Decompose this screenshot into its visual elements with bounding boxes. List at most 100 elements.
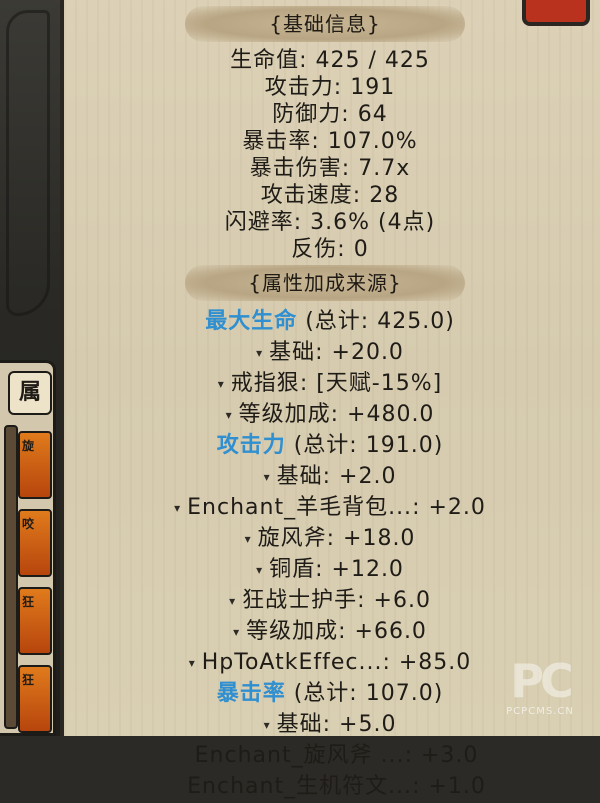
- bonus-group-header: 攻击力 (总计: 191.0): [60, 430, 600, 461]
- stat-label: 防御力: [272, 102, 342, 127]
- bonus-item-row: ▾ Enchant_生机符文...: +1.0: [174, 774, 486, 799]
- bonus-item-label: 基础: [276, 712, 323, 737]
- decorative-vine: [6, 10, 50, 316]
- stat-label: 攻击速度: [260, 183, 353, 208]
- watermark-logo: PC: [510, 654, 573, 708]
- bonus-group-total: (总计: 107.0): [293, 681, 444, 706]
- stat-separator: :: [311, 129, 328, 154]
- stat-label: 生命值: [230, 48, 300, 73]
- triangle-bullet-icon: ▾: [229, 593, 237, 608]
- bonus-item-label: HpToAtkEffec...: [201, 650, 383, 675]
- stat-separator: :: [352, 183, 370, 208]
- bonus-item-label: 狂战士护手: [242, 588, 358, 613]
- bonus-group-name: 攻击力: [216, 433, 286, 458]
- bonus-item-value: +20.0: [331, 340, 404, 365]
- stat-separator: :: [333, 75, 351, 100]
- stat-separator: :: [341, 102, 358, 127]
- bonus-item-row: ▾ 戒指狠: [天赋-15%]: [217, 371, 443, 396]
- stat-value: 107.0%: [327, 129, 418, 154]
- bonus-item-row: ▾ 基础: +20.0: [256, 340, 404, 365]
- stat-value: 0: [353, 237, 369, 262]
- bonus-group-total: (总计: 425.0): [305, 309, 455, 334]
- stat-value: 7.7x: [358, 156, 411, 181]
- triangle-bullet-icon: ▾: [174, 500, 182, 515]
- bonus-item-label: 等级加成: [238, 402, 331, 427]
- side-tab-attributes[interactable]: 属: [8, 371, 52, 415]
- stat-separator: :: [337, 237, 354, 262]
- stat-value: 425 / 425: [315, 48, 430, 73]
- bonus-group-total: (总计: 191.0): [293, 433, 444, 458]
- bonus-item-value: +1.0: [428, 774, 486, 799]
- triangle-bullet-icon: ▾: [174, 779, 182, 794]
- stat-row: 暴击伤害: 7.7x: [60, 155, 600, 182]
- bonus-group-name: 暴击率: [216, 681, 286, 706]
- stat-value: 28: [369, 183, 400, 208]
- stat-value: 3.6% (4点): [310, 210, 436, 235]
- stat-label: 反伤: [291, 237, 338, 262]
- stat-row: 攻击力: 191: [60, 74, 600, 101]
- stat-row: 暴击率: 107.0%: [60, 128, 600, 155]
- stat-separator: :: [341, 156, 359, 181]
- bonus-item-row: ▾ 等级加成: +66.0: [233, 619, 427, 644]
- side-scrollbar[interactable]: [4, 425, 18, 729]
- stat-label: 暴击伤害: [249, 156, 342, 181]
- stat-row: 反伤: 0: [60, 236, 600, 263]
- bonus-item-value: +12.0: [331, 557, 404, 582]
- side-inventory-panel: 属 旋 咬 狂 狂: [0, 360, 56, 736]
- bonus-group-header: 最大生命 (总计: 425.0): [60, 306, 600, 337]
- bonus-item-row: ▾ 铜盾: +12.0: [256, 557, 404, 582]
- bonus-item-label: Enchant_羊毛背包...: [187, 495, 413, 520]
- bonus-item-value: +66.0: [354, 619, 427, 644]
- bonus-item-row: ▾ 等级加成: +480.0: [225, 402, 435, 427]
- triangle-bullet-icon: ▾: [256, 345, 264, 360]
- bonus-item-value: +85.0: [398, 650, 472, 675]
- bonus-item-value: +2.0: [428, 495, 486, 520]
- side-item-slot[interactable]: 旋: [18, 431, 52, 499]
- bonus-item-label: 基础: [276, 464, 323, 489]
- bonus-item-label: Enchant_旋风斧 ...: [194, 743, 405, 768]
- bonus-item-label: Enchant_生机符文...: [187, 774, 413, 799]
- bonus-item-row: ▾ Enchant_旋风斧 ...: +3.0: [181, 743, 479, 768]
- bonus-item-value: +3.0: [420, 743, 479, 768]
- triangle-bullet-icon: ▾: [233, 624, 241, 639]
- stat-row: 闪避率: 3.6% (4点): [60, 209, 600, 236]
- basic-info-header: {基础信息}: [185, 6, 465, 42]
- stat-value: 191: [350, 75, 396, 100]
- stat-row: 生命值: 425 / 425: [60, 47, 600, 74]
- site-watermark: PC PCPCMS.CN: [498, 656, 582, 736]
- triangle-bullet-icon: ▾: [181, 748, 189, 763]
- bonus-item-label: 铜盾: [269, 557, 316, 582]
- bonus-item-row: ▾ 基础: +2.0: [263, 464, 397, 489]
- close-corner-icon[interactable]: [522, 0, 590, 26]
- triangle-bullet-icon: ▾: [225, 407, 233, 422]
- stat-row: 防御力: 64: [60, 101, 600, 128]
- stat-label: 攻击力: [264, 75, 334, 100]
- triangle-bullet-icon: ▾: [188, 655, 196, 670]
- stat-separator: :: [293, 210, 311, 235]
- bonus-item-label: 旋风斧: [257, 526, 327, 551]
- bonus-item-row: ▾ Enchant_羊毛背包...: +2.0: [174, 495, 486, 520]
- basic-stats-list: 生命值: 425 / 425 攻击力: 191 防御力: 64 暴击率: 107.0%…: [60, 47, 600, 263]
- triangle-bullet-icon: ▾: [244, 531, 252, 546]
- bonus-group-name: 最大生命: [205, 309, 298, 334]
- triangle-bullet-icon: ▾: [263, 717, 271, 732]
- bonus-item-value: +2.0: [339, 464, 397, 489]
- triangle-bullet-icon: ▾: [217, 376, 225, 391]
- bonus-item-row: ▾ 狂战士护手: +6.0: [229, 588, 431, 613]
- bonus-item-label: 基础: [269, 340, 316, 365]
- side-item-slot[interactable]: 狂: [18, 587, 52, 655]
- side-item-slot[interactable]: 咬: [18, 509, 52, 577]
- stat-row: 攻击速度: 28: [60, 182, 600, 209]
- stat-label: 闪避率: [224, 210, 294, 235]
- bonus-item-value: +5.0: [339, 712, 397, 737]
- triangle-bullet-icon: ▾: [256, 562, 264, 577]
- bonus-item-label: 戒指狠: [230, 371, 300, 396]
- stat-separator: :: [299, 48, 316, 73]
- bonus-sources-header: {属性加成来源}: [185, 265, 465, 301]
- stat-value: 64: [357, 102, 388, 127]
- bonus-item-value: +18.0: [343, 526, 416, 551]
- stat-label: 暴击率: [242, 129, 312, 154]
- side-item-slot[interactable]: 狂: [18, 665, 52, 733]
- bonus-item-value: +6.0: [373, 588, 431, 613]
- bonus-item-value: +480.0: [347, 402, 435, 427]
